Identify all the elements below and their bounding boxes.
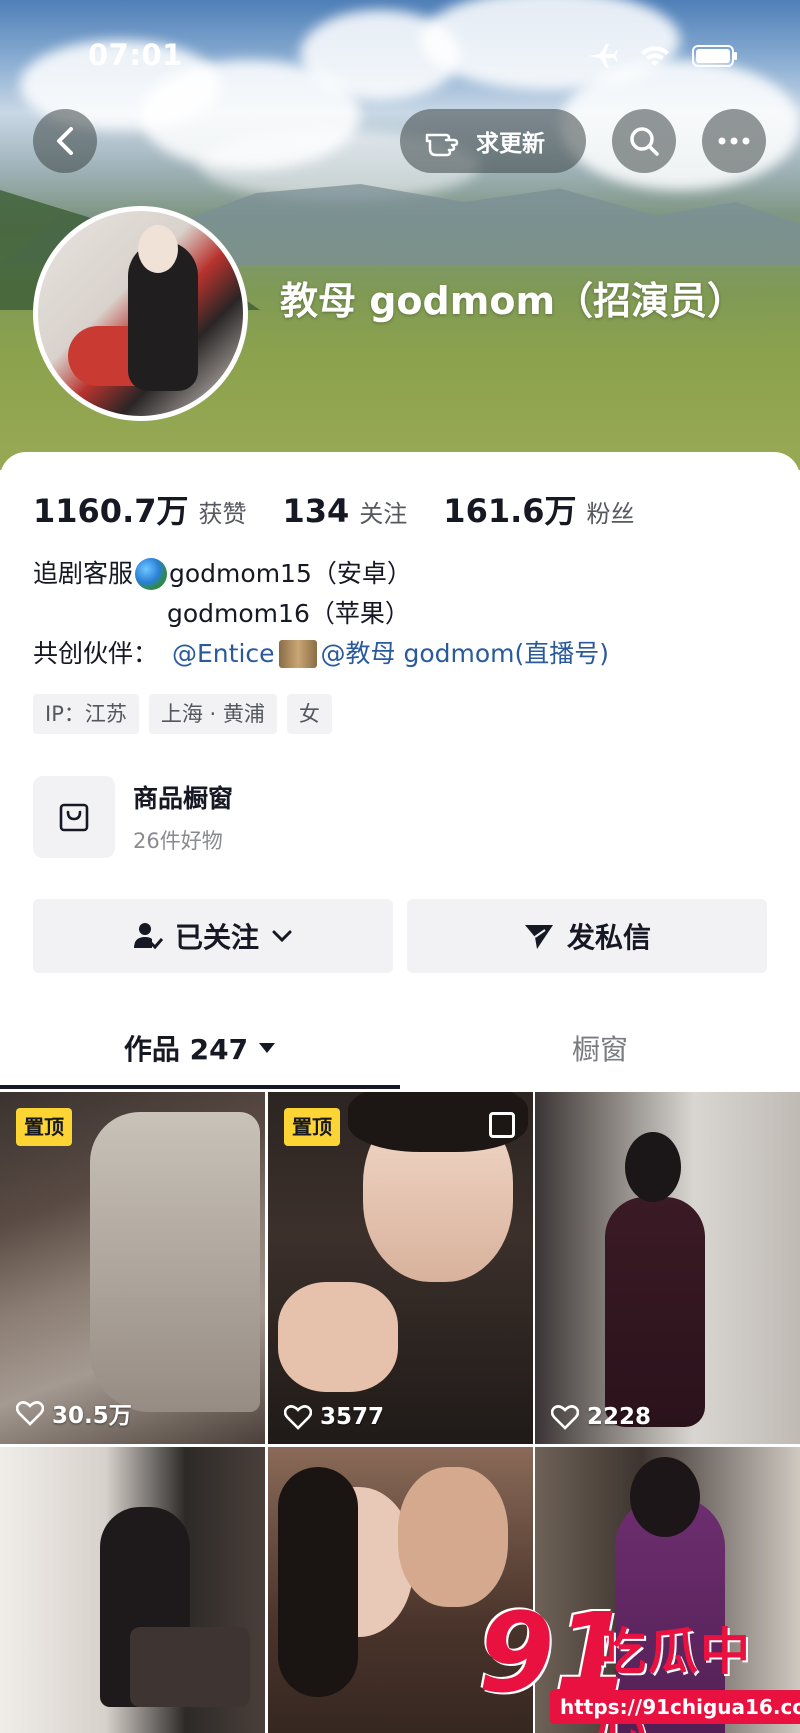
- battery-icon: [692, 45, 737, 67]
- video-likes: 30.5万: [16, 1396, 132, 1430]
- request-update-button[interactable]: 求更新: [400, 109, 586, 173]
- video-likes-count: 2228: [587, 1404, 652, 1430]
- more-button[interactable]: [702, 109, 766, 173]
- send-message-label: 发私信: [566, 921, 651, 954]
- chevron-down-icon: [272, 930, 292, 943]
- multi-image-icon: [489, 1112, 515, 1138]
- tab-showcase[interactable]: 橱窗: [400, 1007, 800, 1089]
- video-likes: 2228: [551, 1404, 651, 1430]
- airplane-icon: [588, 44, 618, 68]
- tab-works-label: 作品 247: [123, 1033, 249, 1066]
- tab-works[interactable]: 作品 247: [0, 1007, 400, 1089]
- partner-link-live[interactable]: @教母 godmom(直播号): [321, 634, 610, 674]
- stat-following-label: 关注: [359, 500, 408, 528]
- back-button[interactable]: [33, 109, 97, 173]
- stat-followers-value: 161.6万: [443, 492, 577, 530]
- bio-line1-rest: godmom15（安卓）: [169, 559, 412, 588]
- paper-plane-icon: [524, 925, 553, 949]
- stat-likes-label: 获赞: [198, 500, 247, 528]
- stat-following-value: 134: [282, 492, 350, 530]
- stat-followers-label: 粉丝: [586, 500, 635, 528]
- tag-location: 上海 · 黄浦: [148, 694, 277, 734]
- shop-window-entry[interactable]: 商品橱窗 26件好物: [33, 776, 233, 858]
- video-likes-count: 30.5万: [52, 1403, 132, 1429]
- video-tile[interactable]: 置顶 30.5万: [0, 1092, 265, 1444]
- video-likes-count: 3577: [320, 1404, 385, 1430]
- bio-line1-prefix: 追剧客服: [33, 559, 134, 588]
- bio-line3-prefix: 共创伙伴：: [33, 639, 159, 668]
- caret-down-icon: [259, 1043, 276, 1053]
- video-likes: 3577: [284, 1404, 384, 1430]
- heart-icon: [16, 1401, 44, 1426]
- shop-title: 商品橱窗: [133, 784, 234, 813]
- profile-bio: 追剧客服 godmom15（安卓） godmom16（苹果） 共创伙伴： @En…: [33, 554, 609, 674]
- film-reel-icon: [278, 640, 317, 668]
- bio-line2: godmom16（苹果）: [167, 599, 410, 628]
- search-button[interactable]: [612, 109, 676, 173]
- following-label: 已关注: [174, 921, 259, 954]
- partner-link-entice[interactable]: @Entice: [172, 634, 275, 674]
- active-tab-indicator: [0, 1085, 400, 1089]
- globe-icon: [135, 558, 168, 590]
- profile-tags: IP：江苏 上海 · 黄浦 女: [33, 694, 332, 734]
- stat-likes[interactable]: 1160.7万 获赞: [33, 486, 247, 532]
- stat-following[interactable]: 134 关注: [283, 492, 408, 530]
- watermark-url: https://91chigua16.com: [550, 1690, 800, 1724]
- tag-gender: 女: [286, 694, 332, 734]
- avatar[interactable]: [33, 206, 248, 421]
- pinned-badge: 置顶: [284, 1108, 340, 1146]
- shopping-bag-icon: [33, 776, 115, 858]
- following-button[interactable]: 已关注: [33, 899, 393, 973]
- tag-ip: IP：江苏: [33, 694, 139, 734]
- pointing-hand-icon: [425, 133, 459, 157]
- search-icon: [630, 127, 659, 156]
- watermark-logo: 91 吃瓜中心 https://91chigua16.com: [478, 1598, 800, 1733]
- video-tile[interactable]: 2228: [535, 1092, 800, 1444]
- heart-icon: [551, 1405, 579, 1430]
- tab-showcase-label: 橱窗: [571, 1033, 628, 1066]
- pinned-badge: 置顶: [16, 1108, 72, 1146]
- chevron-left-icon: [57, 127, 73, 155]
- shop-subtitle: 26件好物: [133, 829, 223, 853]
- wifi-icon: [641, 46, 669, 66]
- video-tile[interactable]: [0, 1447, 265, 1733]
- request-update-label: 求更新: [476, 131, 545, 157]
- profile-username: 教母 godmom（招演员）: [280, 279, 746, 323]
- profile-stats: 1160.7万 获赞 134 关注 161.6万 粉丝: [33, 486, 671, 532]
- send-message-button[interactable]: 发私信: [407, 899, 767, 973]
- user-check-icon: [133, 923, 163, 950]
- profile-header-background: 07:01 求更新 教母 godmom（招演员）: [0, 0, 800, 470]
- status-time: 07:01: [88, 38, 183, 72]
- heart-icon: [284, 1405, 312, 1430]
- stat-likes-value: 1160.7万: [33, 492, 189, 530]
- status-bar: 07:01: [0, 36, 800, 76]
- stat-followers[interactable]: 161.6万 粉丝: [443, 486, 634, 532]
- video-tile[interactable]: 置顶 3577: [268, 1092, 533, 1444]
- content-tabs: 作品 247 橱窗: [0, 1007, 800, 1089]
- more-dots-icon: [718, 137, 750, 145]
